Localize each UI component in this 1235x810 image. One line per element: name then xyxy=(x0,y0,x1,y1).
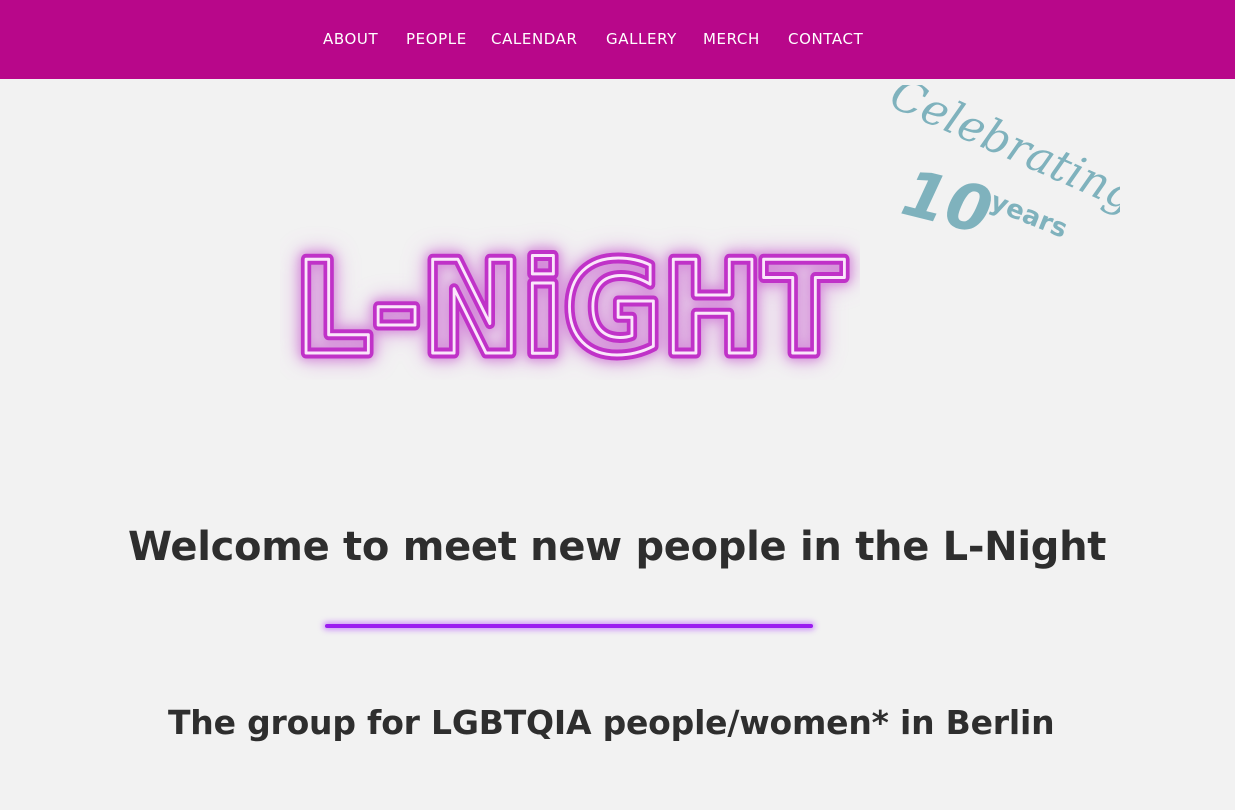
l-night-neon-logo: L-NiGHT L-NiGHT xyxy=(280,220,860,390)
nav-item-calendar[interactable]: CALENDAR xyxy=(491,29,578,49)
nav-item-people[interactable]: PEOPLE xyxy=(406,29,467,49)
main-nav: ABOUT PEOPLE CALENDAR GALLERY MERCH CONT… xyxy=(0,29,1235,49)
anniversary-badge-graphic: Celebrating 10 years xyxy=(882,68,1143,250)
group-subheadline: The group for LGBTQIA people/women* in B… xyxy=(168,703,1055,743)
nav-item-merch[interactable]: MERCH xyxy=(703,29,760,49)
top-navigation-bar: ABOUT PEOPLE CALENDAR GALLERY MERCH CONT… xyxy=(0,0,1235,79)
nav-item-about[interactable]: ABOUT xyxy=(323,29,378,49)
logo-text-highlight: L-NiGHT xyxy=(295,235,845,380)
celebrating-10-years-badge: Celebrating 10 years xyxy=(880,68,1143,265)
badge-number-text: 10 xyxy=(895,157,999,250)
badge-years-text: years xyxy=(986,187,1072,245)
welcome-headline: Welcome to meet new people in the L-Nigh… xyxy=(128,523,1107,570)
neon-logo-graphic: L-NiGHT L-NiGHT xyxy=(290,230,851,390)
nav-item-contact[interactable]: CONTACT xyxy=(788,29,863,49)
nav-item-gallery[interactable]: GALLERY xyxy=(606,29,677,49)
neon-divider xyxy=(325,624,813,628)
